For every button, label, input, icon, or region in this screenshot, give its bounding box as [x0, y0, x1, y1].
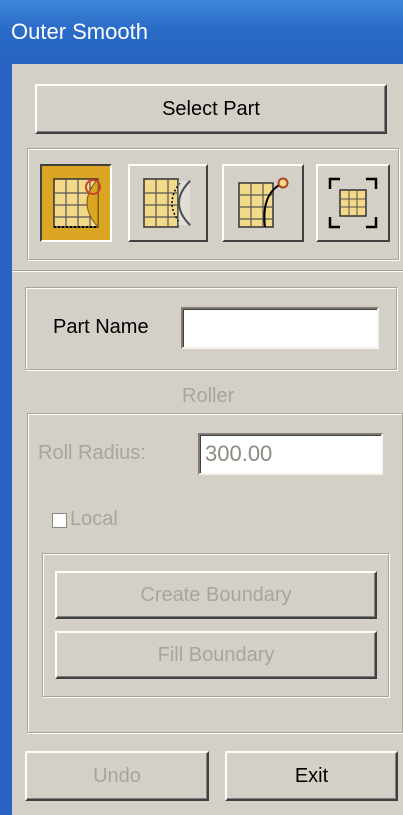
- mode-inner-arc-button[interactable]: [128, 164, 208, 242]
- mode-fit-frame-button[interactable]: [316, 164, 390, 242]
- corner-point-arc-icon: [238, 177, 289, 228]
- fill-boundary-label: Fill Boundary: [157, 643, 275, 666]
- roller-heading: Roller: [182, 385, 235, 407]
- create-boundary-label: Create Boundary: [140, 583, 292, 606]
- undo-button[interactable]: Undo: [25, 751, 209, 801]
- part-name-input[interactable]: [181, 307, 379, 349]
- roll-radius-value: 300.00: [205, 441, 273, 466]
- undo-label: Undo: [93, 764, 141, 787]
- inner-arc-boundary-icon: [143, 178, 191, 228]
- part-name-label: Part Name: [53, 316, 149, 338]
- outer-smooth-corner-icon: [53, 177, 101, 229]
- fit-grid-frame-icon: [328, 177, 378, 229]
- window-left-border: [0, 64, 12, 815]
- roll-radius-input[interactable]: 300.00: [198, 433, 383, 475]
- select-part-label: Select Part: [162, 97, 260, 120]
- window-title-bar[interactable]: Outer Smooth: [0, 0, 403, 64]
- mode-outer-smooth-button[interactable]: [40, 164, 112, 242]
- separator: [12, 270, 403, 272]
- local-checkbox[interactable]: [52, 513, 67, 528]
- exit-button[interactable]: Exit: [225, 751, 398, 801]
- select-part-button[interactable]: Select Part: [35, 84, 387, 134]
- create-boundary-button[interactable]: Create Boundary: [55, 571, 377, 619]
- local-label: Local: [70, 508, 118, 530]
- fill-boundary-button[interactable]: Fill Boundary: [55, 631, 377, 679]
- roll-radius-label: Roll Radius:: [38, 442, 146, 464]
- exit-label: Exit: [294, 764, 329, 787]
- mode-corner-point-button[interactable]: [222, 164, 304, 242]
- window-title: Outer Smooth: [11, 19, 148, 44]
